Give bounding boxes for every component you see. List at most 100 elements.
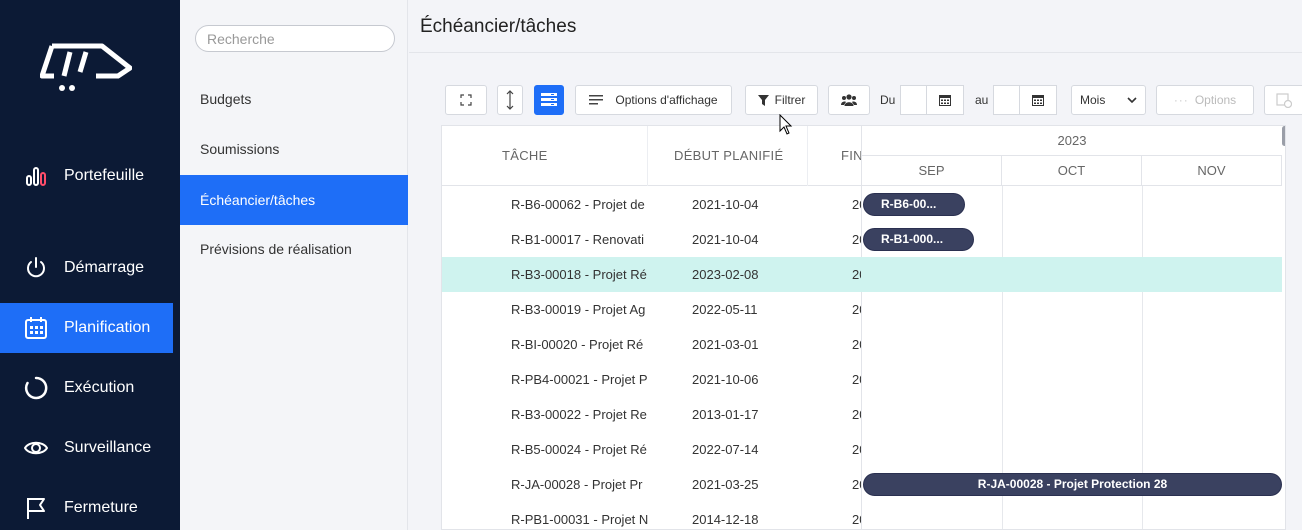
- options-label: Options: [1194, 93, 1237, 107]
- end-date-cell: 20: [852, 232, 861, 247]
- task-name-cell: R-PB4-00021 - Projet P: [511, 372, 648, 387]
- sidebar-item-label: Prévisions de réalisation: [200, 241, 352, 257]
- start-date-cell: 2021-03-01: [692, 337, 759, 352]
- table-row[interactable]: R-BI-00020 - Projet Ré 2021-03-01 20: [442, 327, 1282, 362]
- search-input[interactable]: [195, 25, 395, 52]
- task-grid-header: TÂCHE DÉBUT PLANIFIÉ FIN: [442, 126, 861, 186]
- table-row[interactable]: R-B6-00062 - Projet de 2021-10-04 20R-B6-0…: [442, 187, 1282, 222]
- resources-button[interactable]: [828, 85, 870, 115]
- gantt-task-bar[interactable]: R-B6-00...: [863, 193, 965, 216]
- task-name-cell: R-BI-00020 - Projet Ré: [511, 337, 644, 352]
- start-date-cell: 2014-12-18: [692, 512, 759, 527]
- calendar-icon: [939, 95, 951, 106]
- calendar-icon: [1032, 95, 1044, 106]
- end-date-cell: 20: [852, 267, 861, 282]
- start-date-cell: 2013-01-17: [692, 407, 759, 422]
- end-date-cell: 20: [852, 372, 861, 387]
- menu-lines-icon: [589, 95, 604, 105]
- filter-button[interactable]: Filtrer: [745, 85, 818, 115]
- table-row[interactable]: R-PB1-00031 - Projet N 2014-12-18 20: [442, 502, 1282, 529]
- table-row[interactable]: R-B1-00017 - Renovati 2021-10-04 20R-B1-00…: [442, 222, 1282, 257]
- sidebar-item-budgets[interactable]: Budgets: [180, 74, 408, 124]
- sidebar-item-echeancier[interactable]: Échéancier/tâches: [180, 175, 408, 225]
- date-from-picker-button[interactable]: [926, 85, 964, 115]
- table-row[interactable]: R-JA-00028 - Projet Pr 2021-03-25 20R-JA-0…: [442, 467, 1282, 502]
- nav-item-execution[interactable]: Exécution: [0, 363, 173, 413]
- flag-icon: [24, 496, 48, 520]
- nav-item-label: Planification: [64, 319, 151, 336]
- nav-item-demarrage[interactable]: Démarrage: [0, 243, 173, 293]
- gantt-task-bar[interactable]: R-B1-000...: [863, 228, 974, 251]
- funnel-icon: [757, 94, 769, 106]
- options-button[interactable]: ··· Options: [1156, 85, 1254, 115]
- nav-item-label: Surveillance: [64, 439, 152, 456]
- sidebar-item-soumissions[interactable]: Soumissions: [180, 124, 408, 174]
- nav-item-label: Fermeture: [64, 499, 138, 516]
- column-header-end[interactable]: FIN: [841, 148, 861, 163]
- sidebar-item-label: Échéancier/tâches: [200, 192, 316, 208]
- calendar-clock-icon: [1275, 93, 1292, 108]
- row-height-button[interactable]: [497, 85, 523, 115]
- scale-select[interactable]: Mois: [1071, 85, 1146, 115]
- sidebar-item-previsions[interactable]: Prévisions de réalisation: [180, 224, 408, 274]
- end-date-cell: 20: [852, 197, 861, 212]
- progress-circle-icon: [24, 376, 48, 400]
- nav-item-portefeuille[interactable]: Portefeuille: [0, 151, 173, 201]
- date-to-label: au: [975, 93, 989, 107]
- timeline-month: OCT: [1002, 156, 1142, 186]
- table-row[interactable]: R-B3-00018 - Projet Ré 2023-02-08 20: [442, 257, 1282, 292]
- timeline-month: SEP: [862, 156, 1002, 186]
- start-date-cell: 2022-05-11: [692, 302, 758, 317]
- end-date-cell: 20: [852, 302, 861, 317]
- task-name-cell: R-B3-00018 - Projet Ré: [511, 267, 647, 282]
- task-name-cell: R-B3-00019 - Projet Ag: [511, 302, 646, 317]
- vertical-scrollbar[interactable]: [1282, 126, 1285, 146]
- chart-bars-icon: [24, 164, 48, 188]
- fullscreen-button[interactable]: [445, 85, 487, 115]
- timeline-month: NOV: [1142, 156, 1282, 186]
- nav-item-planification[interactable]: Planification: [0, 303, 173, 353]
- display-options-button[interactable]: Options d'affichage: [575, 85, 732, 115]
- sidebar-item-label: Budgets: [200, 91, 252, 107]
- start-date-cell: 2021-10-06: [692, 372, 759, 387]
- table-row[interactable]: R-B3-00022 - Projet Re 2013-01-17 20: [442, 397, 1282, 432]
- nav-item-label: Portefeuille: [64, 167, 145, 184]
- list-view-icon: [541, 93, 557, 106]
- column-header-task[interactable]: TÂCHE: [502, 148, 548, 163]
- end-date-cell: 20: [852, 337, 861, 352]
- chevron-down-icon: [1127, 97, 1137, 103]
- table-row[interactable]: R-B3-00019 - Projet Ag 2022-05-11 20: [442, 292, 1282, 327]
- more-icon: ···: [1173, 93, 1189, 107]
- column-divider[interactable]: [647, 126, 648, 186]
- main-content: Échéancier/tâches Options d'affichage Fi…: [409, 0, 1302, 530]
- gantt-task-bar[interactable]: R-JA-00028 - Projet Protection 28: [863, 473, 1282, 496]
- start-date-cell: 2023-02-08: [692, 267, 759, 282]
- nav-item-surveillance[interactable]: Surveillance: [0, 423, 173, 473]
- end-date-cell: 20: [852, 477, 861, 492]
- date-from-input[interactable]: [900, 85, 926, 115]
- logo-icon[interactable]: [40, 38, 132, 94]
- gantt-grid: TÂCHE DÉBUT PLANIFIÉ FIN 2023 SEP OCT NO…: [441, 125, 1286, 530]
- date-to-picker-button[interactable]: [1019, 85, 1057, 115]
- nav-item-label: Démarrage: [64, 259, 145, 276]
- date-from-label: Du: [880, 93, 896, 107]
- page-header: Échéancier/tâches: [409, 0, 1302, 53]
- start-date-cell: 2021-10-04: [692, 197, 759, 212]
- vertical-arrows-icon: [506, 90, 514, 110]
- column-header-start[interactable]: DÉBUT PLANIFIÉ: [674, 148, 783, 163]
- task-name-cell: R-PB1-00031 - Projet N: [511, 512, 648, 527]
- display-options-label: Options d'affichage: [615, 93, 718, 107]
- task-name-cell: R-JA-00028 - Projet Pr: [511, 477, 643, 492]
- timeline-year: 2023: [862, 126, 1282, 156]
- table-row[interactable]: R-B5-00024 - Projet Ré 2022-07-14 20: [442, 432, 1282, 467]
- gantt-view-button[interactable]: [534, 85, 564, 115]
- column-divider[interactable]: [807, 126, 808, 186]
- expand-icon: [460, 94, 472, 106]
- nav-item-fermeture[interactable]: Fermeture: [0, 483, 173, 530]
- date-to-input[interactable]: [993, 85, 1019, 115]
- end-date-cell: 20: [852, 442, 861, 457]
- table-row[interactable]: R-PB4-00021 - Projet P 2021-10-06 20: [442, 362, 1282, 397]
- export-button[interactable]: [1264, 85, 1302, 115]
- page-title: Échéancier/tâches: [420, 16, 577, 37]
- sidebar-item-label: Soumissions: [200, 141, 280, 157]
